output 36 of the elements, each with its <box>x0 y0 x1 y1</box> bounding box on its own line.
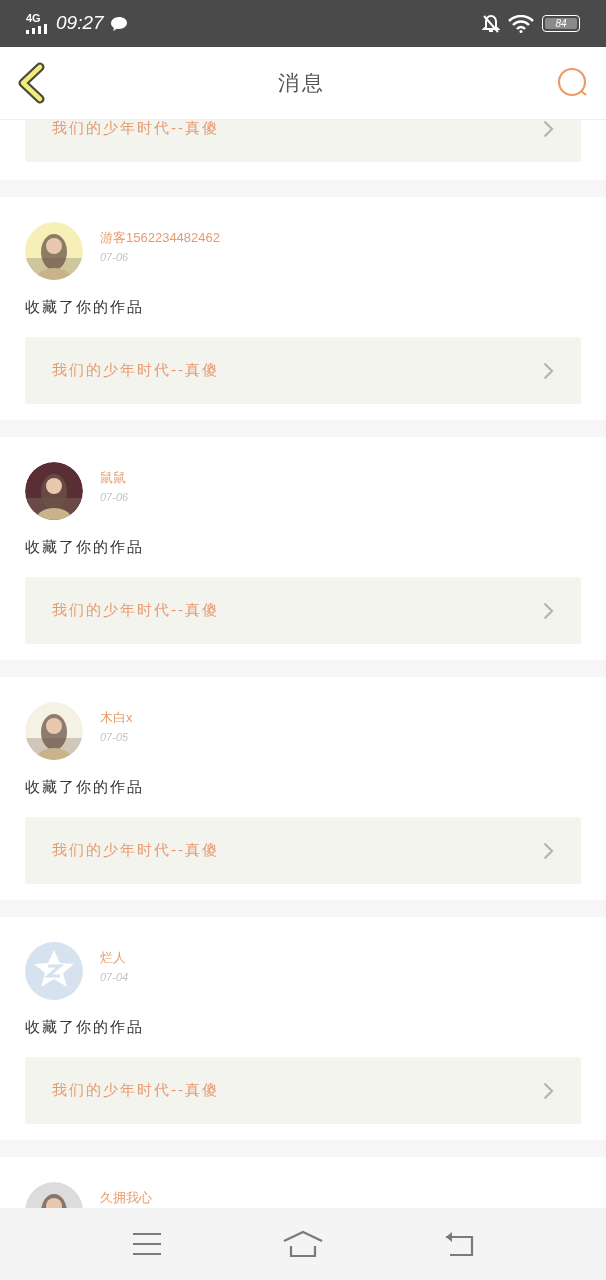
work-link[interactable]: 我们的少年时代--真傻 <box>25 1057 581 1124</box>
chevron-right-icon <box>543 361 554 380</box>
chat-bubble-icon <box>109 15 128 32</box>
work-link[interactable]: 我们的少年时代--真傻 <box>25 120 581 162</box>
clock-time: 09:27 <box>56 11 104 36</box>
battery-indicator: 84 <box>542 15 580 32</box>
chevron-right-icon <box>543 120 554 138</box>
network-label: 4G <box>26 13 41 24</box>
message-text: 收藏了你的作品 <box>25 777 145 797</box>
return-arrow-icon <box>444 1231 474 1257</box>
chevron-left-icon <box>16 62 46 104</box>
message-date: 07-04 <box>100 970 129 984</box>
message-text: 收藏了你的作品 <box>25 297 145 317</box>
default-avatar-icon <box>25 942 83 1000</box>
wifi-icon <box>508 14 534 33</box>
home-icon <box>282 1230 324 1258</box>
work-link[interactable]: 我们的少年时代--真傻 <box>25 577 581 644</box>
user-name[interactable]: 木白x <box>100 710 133 726</box>
user-name[interactable]: 鼠鼠 <box>100 470 129 486</box>
user-name[interactable]: 烂人 <box>100 950 129 966</box>
work-link[interactable]: 我们的少年时代--真傻 <box>25 817 581 884</box>
message-text: 收藏了你的作品 <box>25 1017 145 1037</box>
chevron-right-icon <box>543 601 554 620</box>
message-date: 07-06 <box>100 250 130 264</box>
page-title: 消息 <box>278 70 326 97</box>
user-name[interactable]: 游客1562234482462 <box>100 230 220 246</box>
signal-icon <box>26 24 50 34</box>
menu-icon <box>132 1232 162 1256</box>
work-link[interactable]: 我们的少年时代--真傻 <box>25 337 581 404</box>
user-name[interactable]: 久拥我心 <box>100 1190 152 1206</box>
message-date: 07-06 <box>100 490 129 504</box>
message-text: 收藏了你的作品 <box>25 537 145 557</box>
chevron-right-icon <box>543 1081 554 1100</box>
muted-bell-icon <box>482 13 500 34</box>
message-date: 07-05 <box>100 730 130 744</box>
chevron-right-icon <box>543 841 554 860</box>
